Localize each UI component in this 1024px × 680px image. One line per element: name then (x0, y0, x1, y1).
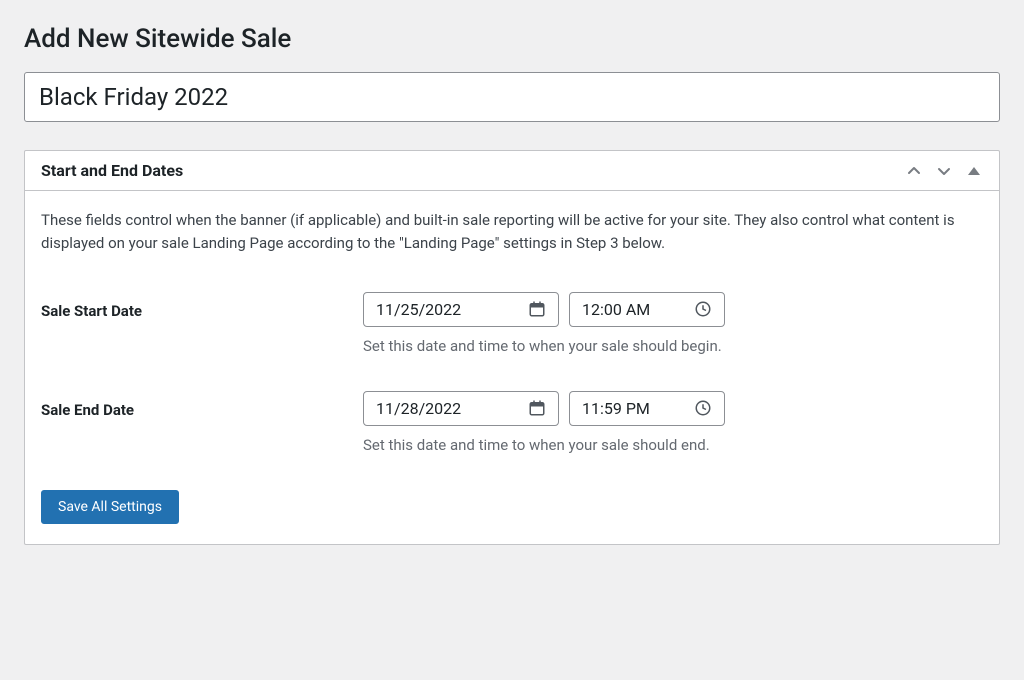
panel-handle-actions (905, 162, 983, 180)
page-title: Add New Sitewide Sale (24, 24, 1000, 54)
panel-description: These fields control when the banner (if… (41, 209, 983, 256)
start-date-input[interactable]: 11/25/2022 (363, 292, 559, 327)
start-time-input[interactable]: 12:00 AM (569, 292, 725, 327)
clock-icon (694, 399, 712, 417)
panel-title: Start and End Dates (41, 161, 183, 180)
end-date-label: Sale End Date (41, 391, 363, 419)
start-date-value: 11/25/2022 (376, 300, 461, 319)
end-date-field-group: 11/28/2022 11:59 PM Set this date and ti… (363, 391, 983, 454)
calendar-icon (528, 300, 546, 318)
start-date-field-group: 11/25/2022 12:00 AM Set this date and ti… (363, 292, 983, 355)
start-date-helper: Set this date and time to when your sale… (363, 337, 983, 355)
start-date-label: Sale Start Date (41, 292, 363, 320)
clock-icon (694, 300, 712, 318)
end-time-value: 11:59 PM (582, 399, 650, 418)
dates-panel: Start and End Dates These fields control… (24, 150, 1000, 545)
sale-title-input[interactable] (24, 72, 1000, 122)
move-up-icon[interactable] (905, 162, 923, 180)
start-date-row: Sale Start Date 11/25/2022 12:00 AM (41, 292, 983, 355)
collapse-toggle-icon[interactable] (965, 162, 983, 180)
end-date-value: 11/28/2022 (376, 399, 461, 418)
panel-header: Start and End Dates (25, 151, 999, 191)
save-button[interactable]: Save All Settings (41, 490, 179, 524)
end-date-row: Sale End Date 11/28/2022 11:59 PM (41, 391, 983, 454)
start-time-value: 12:00 AM (582, 300, 650, 319)
end-date-input[interactable]: 11/28/2022 (363, 391, 559, 426)
calendar-icon (528, 399, 546, 417)
end-time-input[interactable]: 11:59 PM (569, 391, 725, 426)
move-down-icon[interactable] (935, 162, 953, 180)
panel-body: These fields control when the banner (if… (25, 191, 999, 544)
end-date-helper: Set this date and time to when your sale… (363, 436, 983, 454)
